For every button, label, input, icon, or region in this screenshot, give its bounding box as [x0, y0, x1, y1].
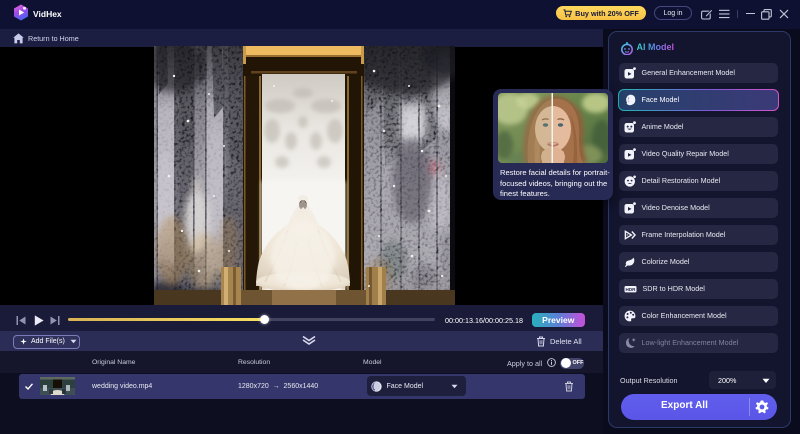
svg-text:HDR: HDR	[625, 287, 636, 292]
